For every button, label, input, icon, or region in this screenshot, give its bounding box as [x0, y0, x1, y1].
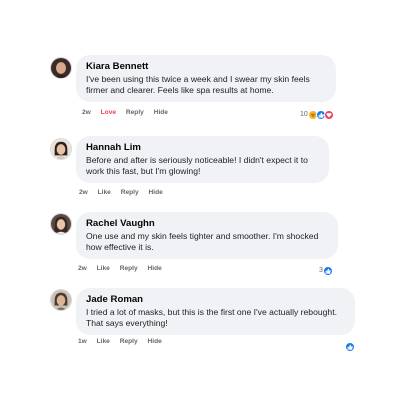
avatar[interactable] [50, 57, 72, 79]
hide-button[interactable]: Hide [148, 265, 162, 272]
like-icon [322, 265, 333, 276]
reply-button[interactable]: Reply [126, 109, 144, 116]
avatar[interactable] [50, 289, 72, 311]
comment-text: Before and after is seriously noticeable… [86, 155, 308, 177]
commenter-name[interactable]: Jade Roman [86, 293, 345, 306]
like-button[interactable]: Like [98, 189, 111, 196]
avatar[interactable] [50, 213, 72, 235]
comment-timestamp[interactable]: 2w [79, 189, 88, 196]
comment-actions: 2w Like Reply Hide [79, 189, 171, 196]
reaction-count: 10 [300, 111, 308, 118]
like-button[interactable]: Like [97, 338, 110, 345]
comment-actions: 2w Love Reply Hide [82, 109, 176, 116]
hide-button[interactable]: Hide [149, 189, 163, 196]
comment-bubble: Rachel Vaughn One use and my skin feels … [76, 212, 338, 260]
reaction-summary[interactable] [345, 341, 355, 352]
comment-timestamp[interactable]: 2w [82, 109, 91, 116]
comment-text: I've been using this twice a week and I … [86, 74, 310, 96]
comment-text: One use and my skin feels tighter and sm… [86, 231, 319, 253]
love-button[interactable]: Love [101, 109, 116, 116]
commenter-name[interactable]: Rachel Vaughn [86, 217, 328, 230]
comment-actions: 2w Like Reply Hide [78, 265, 170, 272]
commenter-name[interactable]: Kiara Bennett [86, 60, 326, 73]
comment-bubble: Hannah Lim Before and after is seriously… [76, 136, 329, 184]
heart-icon [323, 109, 334, 120]
like-button[interactable]: Like [97, 265, 110, 272]
hide-button[interactable]: Hide [154, 109, 168, 116]
reaction-summary[interactable]: 10 [300, 109, 334, 120]
hide-button[interactable]: Hide [148, 338, 162, 345]
comment-text: I tried a lot of masks, but this is the … [86, 307, 337, 329]
comment-timestamp[interactable]: 1w [78, 338, 87, 345]
like-icon [345, 341, 355, 352]
comment-timestamp[interactable]: 2w [78, 265, 87, 272]
comment-bubble: Jade Roman I tried a lot of masks, but t… [76, 288, 355, 336]
reply-button[interactable]: Reply [120, 338, 138, 345]
reply-button[interactable]: Reply [120, 265, 138, 272]
commenter-name[interactable]: Hannah Lim [86, 141, 319, 154]
comment-actions: 1w Like Reply Hide [78, 338, 170, 345]
avatar[interactable] [50, 138, 72, 160]
reaction-summary[interactable]: 3 [319, 265, 333, 276]
reply-button[interactable]: Reply [121, 189, 139, 196]
comment-bubble: Kiara Bennett I've been using this twice… [76, 55, 336, 103]
